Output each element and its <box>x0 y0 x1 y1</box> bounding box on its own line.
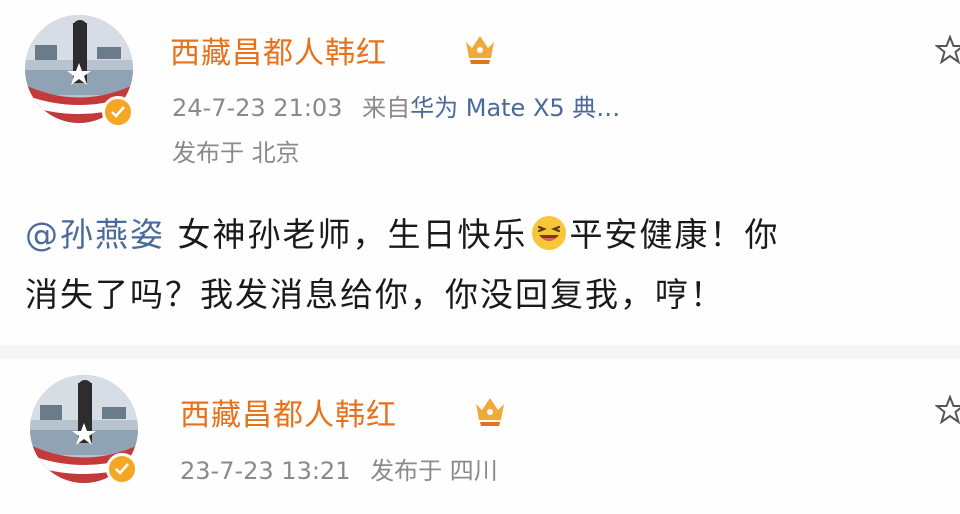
mention-link[interactable]: @孙燕姿 <box>25 215 165 254</box>
post-meta: 24-7-23 21:03 来自华为 Mate X5 典… <box>172 88 620 123</box>
laughing-face-icon <box>531 216 566 250</box>
verified-badge-icon <box>102 96 134 128</box>
verified-badge-icon <box>106 453 138 485</box>
vip-crown-icon[interactable] <box>460 28 500 68</box>
star-icon[interactable] <box>935 35 960 65</box>
weibo-feed: 西藏昌都人韩红 24-7-23 21:03 来自华为 Mate X5 典… 发布… <box>0 0 960 514</box>
content-text-2: 平安健康！你 <box>569 215 780 254</box>
post-card: 西藏昌都人韩红 24-7-23 21:03 来自华为 Mate X5 典… 发布… <box>0 0 960 345</box>
content-text-3: 消失了吗？我发消息给你，你没回复我，哼！ <box>25 275 725 314</box>
username[interactable]: 西藏昌都人韩红 <box>170 28 387 72</box>
post-content: @孙燕姿 女神孙老师，生日快乐 平安健康！你 消失了吗？我发消息给你，你没回复我… <box>25 205 960 325</box>
star-icon[interactable] <box>935 395 960 425</box>
username[interactable]: 西藏昌都人韩红 <box>180 390 397 434</box>
post-location: 发布于 四川 <box>370 457 498 485</box>
post-meta: 23-7-23 13:21 发布于 四川 <box>180 451 498 486</box>
timestamp: 23-7-23 13:21 <box>180 457 351 485</box>
post-card: 西藏昌都人韩红 23-7-23 13:21 发布于 四川 <box>0 345 960 514</box>
content-text-1: 女神孙老师，生日快乐 <box>165 215 528 254</box>
source-device[interactable]: 华为 Mate X5 典… <box>410 94 620 122</box>
vip-crown-icon[interactable] <box>470 390 510 430</box>
timestamp: 24-7-23 21:03 <box>172 94 343 122</box>
post-location: 发布于 北京 <box>172 139 300 167</box>
source-prefix: 来自 <box>362 94 411 122</box>
